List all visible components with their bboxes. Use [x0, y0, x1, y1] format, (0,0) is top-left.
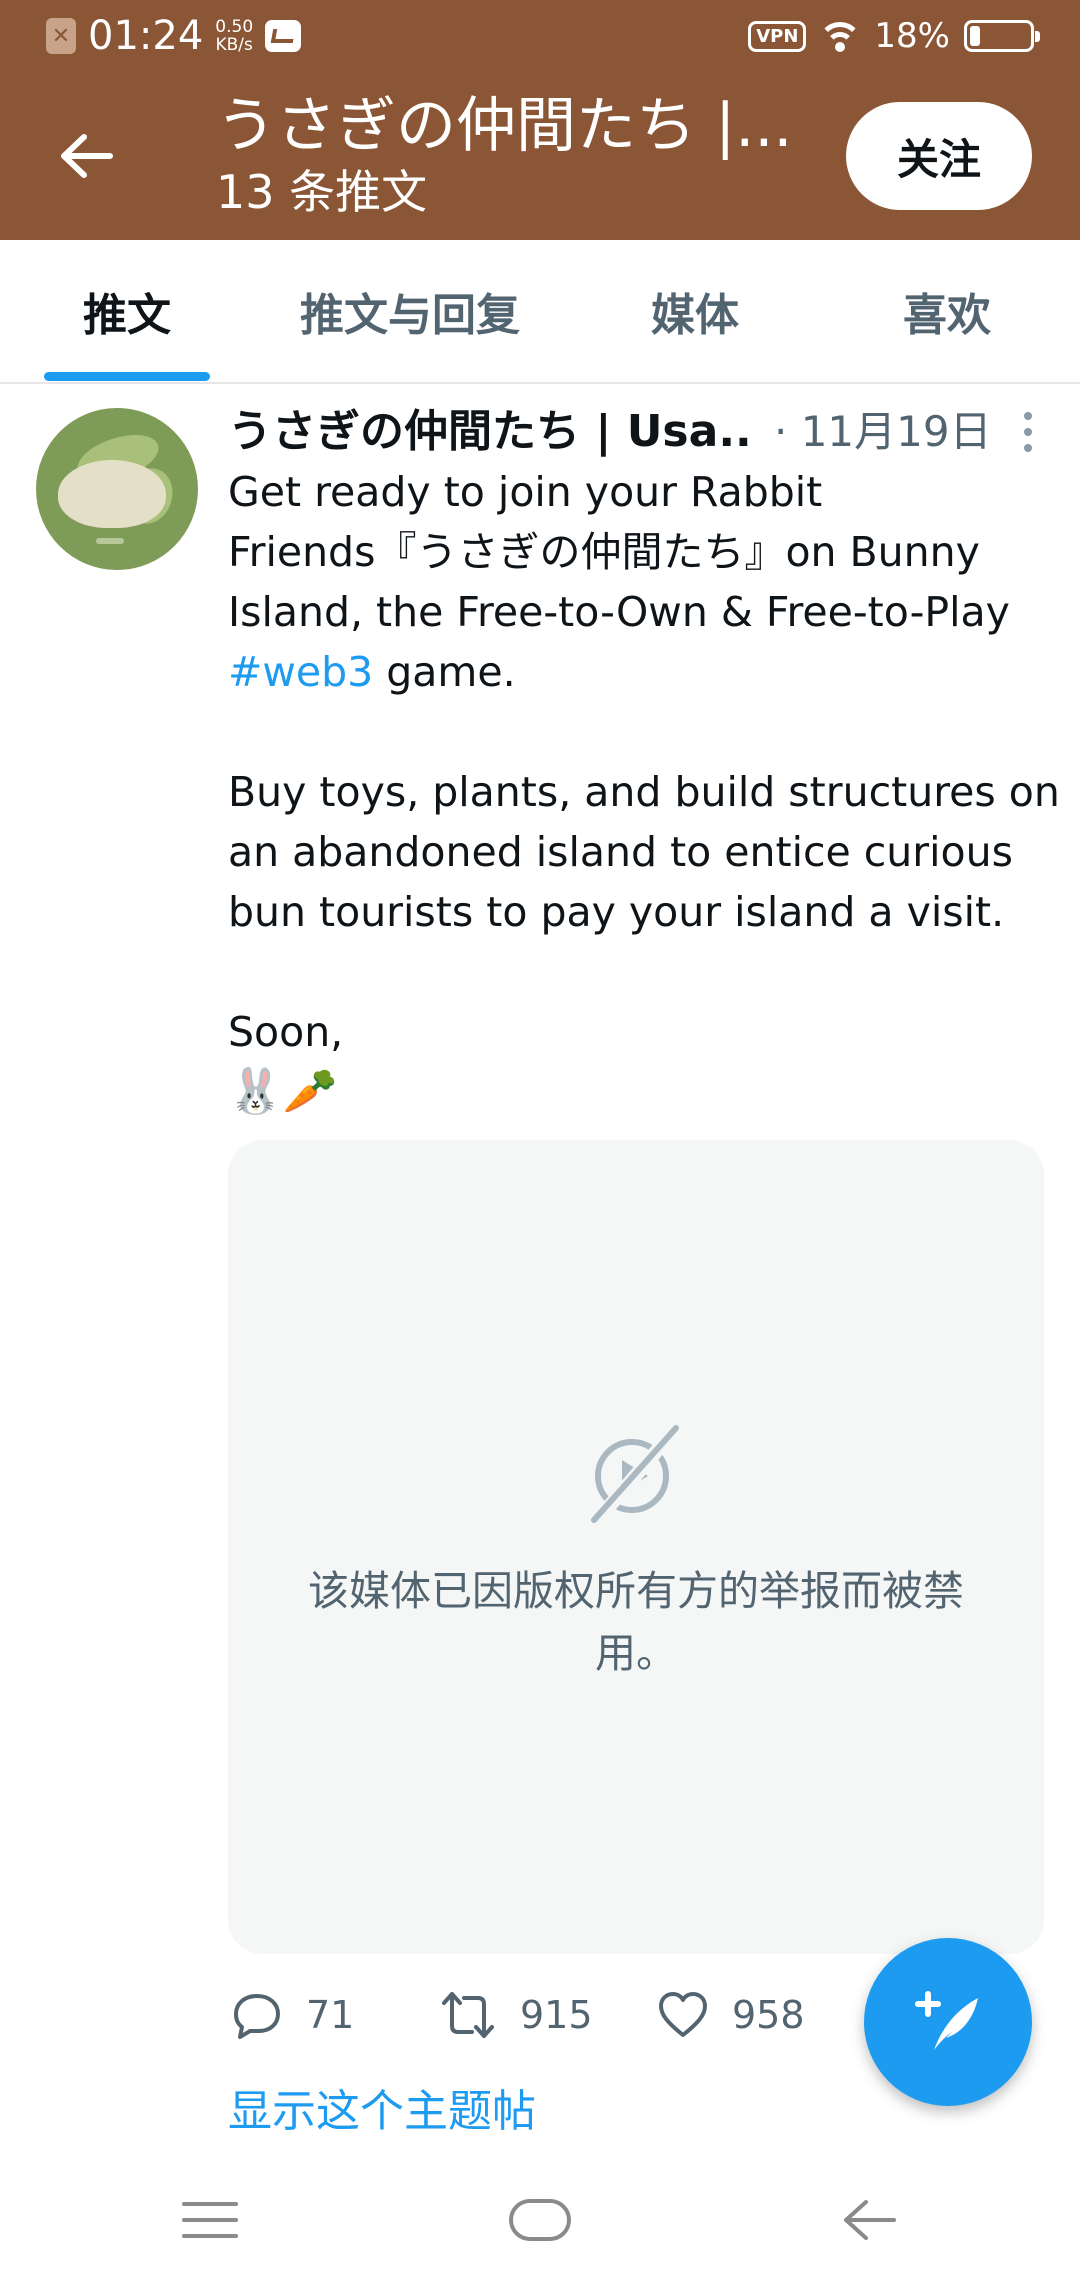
media-blocked-message-line: 用。 [595, 1629, 677, 1677]
tweet-text: Get ready to join your Rabbit Friends『うさ… [228, 462, 1060, 1122]
tab-media[interactable]: 媒体 [610, 240, 780, 382]
follow-button[interactable]: 关注 [846, 102, 1032, 210]
tweet-text-line: Soon, [228, 1008, 344, 1056]
profile-header: うさぎの仲間たち |... 13 条推文 关注 [0, 72, 1080, 240]
status-bar: ✕ 01:24 0.50 KB/s VPN 18% [0, 0, 1080, 72]
reply-icon [234, 1994, 280, 2039]
media-card[interactable]: 该媒体已因版权所有方的举报而被禁 用。 [228, 1140, 1044, 1954]
battery-percent: 18% [874, 16, 950, 56]
more-vertical-icon [1024, 412, 1032, 420]
status-bar-left: ✕ 01:24 0.50 KB/s [46, 13, 302, 59]
network-speed: 0.50 KB/s [215, 18, 253, 54]
retweet-icon [442, 1992, 494, 2038]
message-notification-icon [265, 20, 302, 52]
notification-close-icon: ✕ [46, 18, 76, 54]
nav-back-button[interactable] [810, 2180, 930, 2260]
page-title: うさぎの仲間たち |... [216, 91, 793, 161]
nav-menu-button[interactable] [150, 2180, 270, 2260]
active-tab-indicator [44, 372, 210, 381]
arrow-left-icon [61, 134, 113, 178]
tweet-count: 13 条推文 [216, 165, 428, 219]
heart-icon [659, 1992, 707, 2037]
avatar[interactable] [36, 408, 198, 570]
tweet-text-line: bun tourists to pay your island a visit. [228, 888, 1005, 936]
menu-icon [182, 2202, 238, 2238]
tab-tweets[interactable]: 推文 [44, 240, 210, 382]
more-options-button[interactable] [1008, 408, 1048, 458]
tweet-header: うさぎの仲間たち | Usa... · 11月19日 [228, 402, 1048, 462]
reply-count: 71 [306, 1993, 355, 2037]
nav-home-button[interactable] [480, 2180, 600, 2260]
tweet-text-line: Island, the Free-to-Own & Free-to-Play [228, 588, 1010, 636]
battery-level-fill [970, 26, 980, 46]
tweet-date[interactable]: · 11月19日 [774, 402, 992, 462]
tweet-author-name[interactable]: うさぎの仲間たち | Usa... [228, 402, 748, 462]
vpn-badge: VPN [748, 20, 807, 52]
tweet-text-line: #web3 game. [228, 642, 1048, 702]
system-navigation-bar [0, 2160, 1080, 2280]
tweet-text-line: Get ready to join your Rabbit [228, 468, 823, 516]
media-blocked-message-line: 该媒体已因版权所有方的举报而被禁 [308, 1567, 964, 1615]
like-button[interactable]: 958 [658, 1980, 805, 2050]
like-count: 958 [732, 1993, 805, 2037]
tweet-emoji: 🐰🥕 [228, 1066, 338, 1117]
wifi-icon [820, 20, 861, 52]
status-time: 01:24 [88, 13, 204, 59]
network-speed-value: 0.50 [215, 17, 254, 37]
tweet-text-line: Friends『うさぎの仲間たち』on Bunny [228, 528, 980, 576]
tab-tweets-and-replies[interactable]: 推文与回复 [268, 240, 552, 382]
tweet-text-fragment: game. [373, 648, 516, 696]
network-speed-unit: KB/s [215, 35, 253, 55]
retweet-count: 915 [520, 1993, 593, 2037]
hashtag-link[interactable]: #web3 [228, 648, 373, 696]
home-icon [509, 2199, 571, 2241]
compose-tweet-button[interactable] [864, 1938, 1032, 2106]
media-blocked-message: 该媒体已因版权所有方的举报而被禁 用。 [268, 1560, 1004, 1684]
show-thread-link[interactable]: 显示这个主题帖 [228, 2080, 536, 2144]
tab-likes[interactable]: 喜欢 [862, 240, 1032, 382]
media-blocked-icon [588, 1421, 684, 1529]
profile-tabs: 推文 推文与回复 媒体 喜欢 [0, 240, 1080, 384]
status-bar-right: VPN 18% [748, 14, 1040, 58]
tweet-text-line: Buy toys, plants, and build structures o… [228, 768, 1060, 816]
compose-tweet-icon [915, 1991, 978, 2050]
back-button[interactable] [48, 118, 124, 194]
tweet-text-line: an abandoned island to entice curious [228, 828, 1013, 876]
back-icon [844, 2200, 896, 2240]
retweet-button[interactable]: 915 [440, 1980, 593, 2050]
reply-button[interactable]: 71 [232, 1980, 354, 2050]
battery-icon [964, 20, 1040, 52]
